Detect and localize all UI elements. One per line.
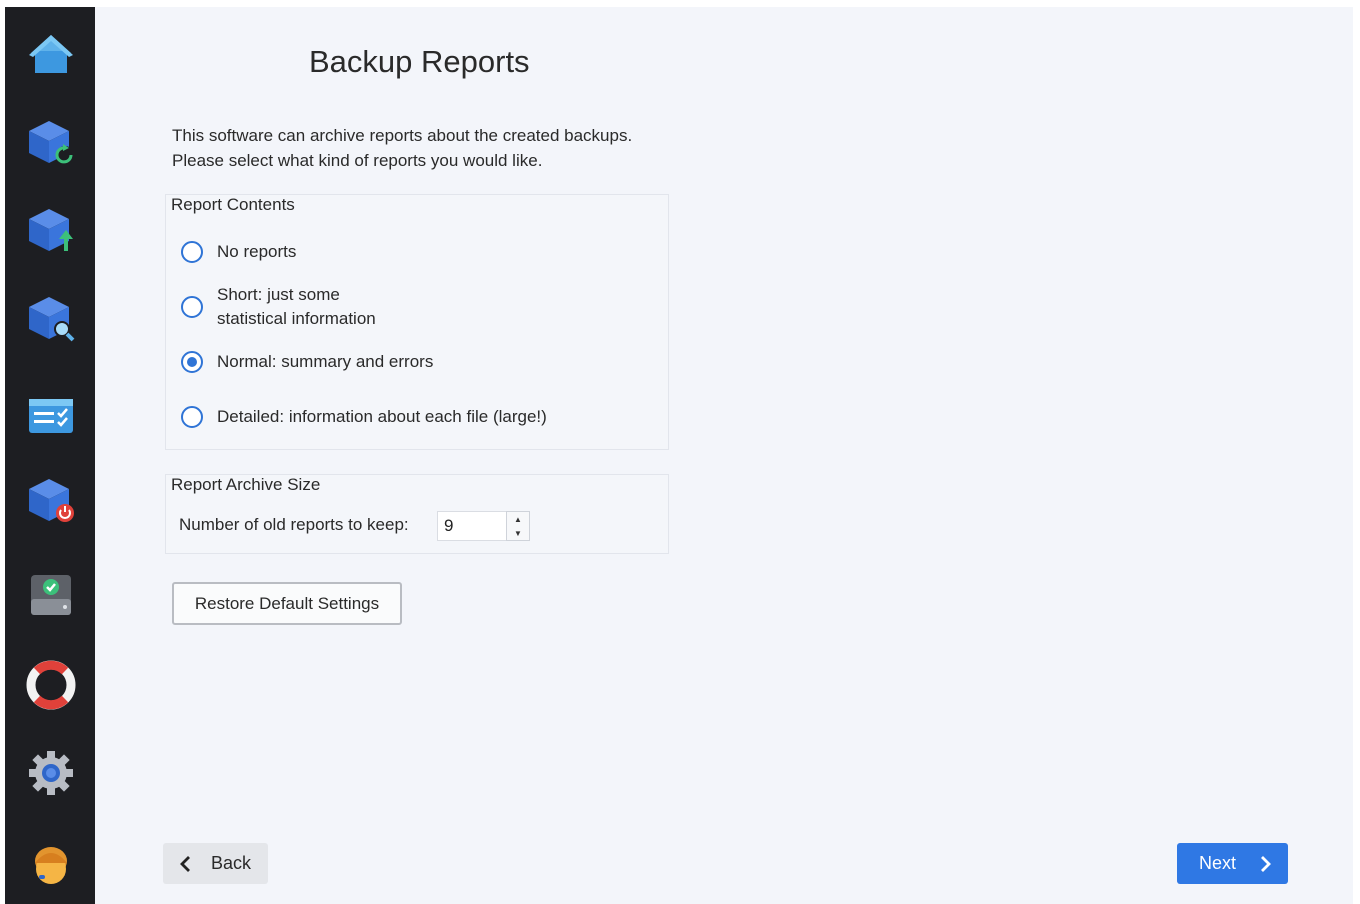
backup-refresh-icon (29, 121, 74, 164)
radio-short-reports[interactable]: Short: just some statistical information (181, 283, 376, 331)
radio-no-reports[interactable]: No reports (181, 240, 296, 264)
radio-label: No reports (217, 242, 297, 261)
chevron-left-icon (180, 855, 190, 872)
settings-gear-icon (29, 751, 73, 795)
next-button[interactable]: Next (1177, 843, 1288, 884)
home-icon (29, 35, 73, 73)
page-title: Backup Reports (309, 44, 530, 79)
report-contents-group: Report Contents No reports Short: just s… (165, 194, 669, 450)
backup-power-icon (29, 479, 74, 522)
back-button-label: Back (211, 853, 252, 873)
support-agent-icon (35, 847, 67, 884)
old-reports-label: Number of old reports to keep: (179, 515, 409, 534)
intro-line-2: Please select what kind of reports you w… (172, 151, 543, 170)
sidebar-item-settings[interactable] (25, 747, 77, 799)
report-archive-size-title: Report Archive Size (171, 475, 321, 494)
radio-indicator (181, 296, 203, 318)
chevron-right-icon (1261, 855, 1271, 872)
radio-indicator (181, 241, 203, 263)
backup-search-icon (29, 297, 75, 342)
caret-down-icon: ▼ (514, 528, 522, 538)
sidebar-item-shutdown[interactable] (25, 475, 77, 527)
sidebar-item-help[interactable] (25, 659, 77, 711)
sidebar-item-backup[interactable] (25, 117, 77, 169)
old-reports-spin-buttons: ▲ ▼ (506, 511, 530, 541)
spin-up-button[interactable]: ▲ (507, 512, 529, 526)
sidebar (5, 7, 95, 904)
report-archive-size-group: Report Archive Size Number of old report… (165, 474, 669, 554)
next-button-label: Next (1199, 853, 1237, 873)
sidebar-item-restore[interactable] (25, 205, 77, 257)
restore-default-settings-button[interactable]: Restore Default Settings (172, 582, 402, 625)
caret-up-icon: ▲ (514, 514, 522, 524)
back-button[interactable]: Back (163, 843, 268, 884)
intro-line-1: This software can archive reports about … (172, 126, 633, 145)
radio-label: Short: just some statistical information (217, 283, 376, 331)
sidebar-item-home[interactable] (25, 29, 77, 81)
radio-detailed-reports[interactable]: Detailed: information about each file (l… (181, 405, 547, 429)
backup-upload-icon (29, 209, 73, 251)
drive-check-icon (31, 575, 71, 615)
radio-label: Detailed: information about each file (l… (217, 407, 547, 426)
sidebar-item-browse[interactable] (25, 293, 77, 345)
radio-label-line-1: Short: just some (217, 285, 340, 304)
task-list-icon (29, 399, 73, 433)
old-reports-spinbox-input[interactable]: 9 (437, 511, 507, 541)
lifebuoy-icon (26, 660, 76, 710)
radio-label-line-2: statistical information (217, 309, 376, 328)
sidebar-item-drive[interactable] (25, 569, 77, 621)
radio-indicator-checked (181, 351, 203, 373)
report-contents-title: Report Contents (171, 195, 295, 214)
radio-indicator (181, 406, 203, 428)
radio-label: Normal: summary and errors (217, 352, 434, 371)
radio-normal-reports[interactable]: Normal: summary and errors (181, 350, 433, 374)
sidebar-item-support[interactable] (25, 839, 77, 891)
sidebar-item-tasks[interactable] (25, 391, 77, 443)
intro-text: This software can archive reports about … (172, 123, 632, 173)
spin-down-button[interactable]: ▼ (507, 526, 529, 540)
